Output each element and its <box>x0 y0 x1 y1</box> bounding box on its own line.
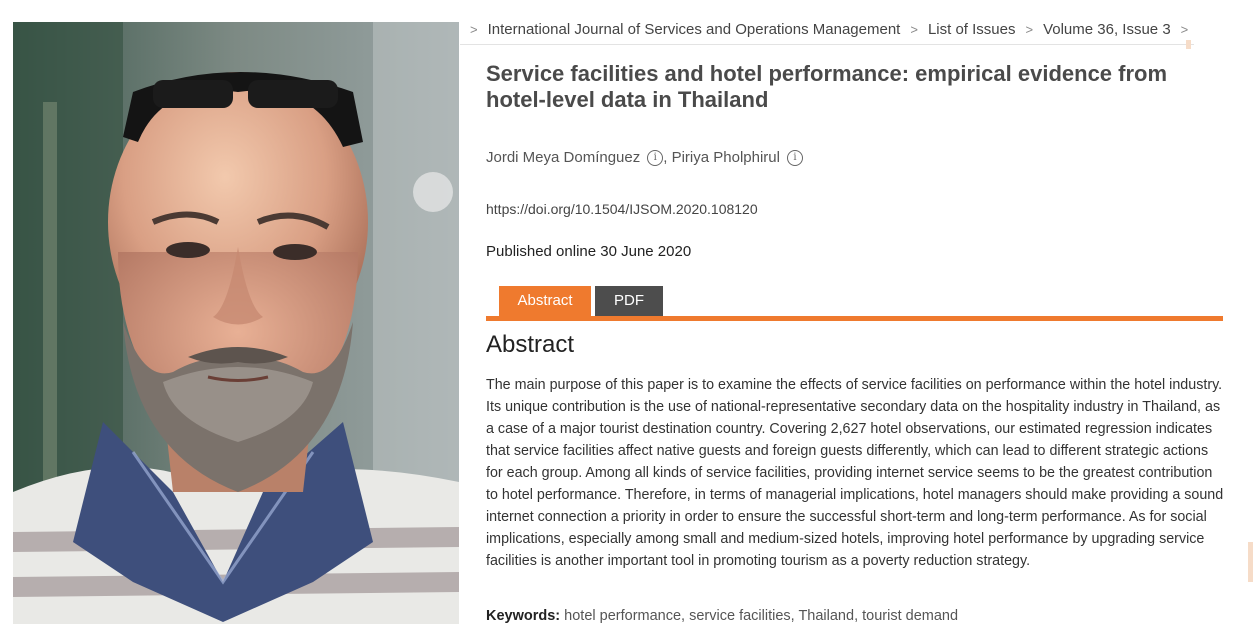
tab-pdf[interactable]: PDF <box>595 286 663 316</box>
chevron-right-icon: > <box>910 21 918 37</box>
keywords: Keywords: hotel performance, service fac… <box>486 608 958 624</box>
scrollbar-thumb[interactable] <box>1248 542 1253 582</box>
author-name[interactable]: Piriya Pholphirul <box>672 149 780 166</box>
breadcrumb-journal-link[interactable]: International Journal of Services and Op… <box>488 21 901 38</box>
doi-link[interactable]: https://doi.org/10.1504/IJSOM.2020.10812… <box>486 201 758 217</box>
abstract-heading: Abstract <box>486 331 575 358</box>
chevron-right-icon: > <box>1180 21 1189 37</box>
breadcrumb-issues-link[interactable]: List of Issues <box>928 21 1016 38</box>
page: > International Journal of Services and … <box>0 0 1254 636</box>
keyword-link[interactable]: Thailand <box>798 608 854 624</box>
article-title: Service facilities and hotel performance… <box>486 61 1168 112</box>
author-list: Jordi Meya Domínguez i , Piriya Pholphir… <box>486 149 803 166</box>
abstract-body: The main purpose of this paper is to exa… <box>486 377 1224 569</box>
chevron-right-icon: > <box>1025 21 1034 37</box>
keyword-link[interactable]: service facilities <box>689 608 791 624</box>
author-separator: , <box>663 149 672 166</box>
breadcrumb-volume-link[interactable]: Volume 36, Issue 3 <box>1043 21 1171 38</box>
article-tabs: Abstract PDF <box>486 286 1223 321</box>
info-circle-icon[interactable]: i <box>786 149 803 166</box>
keyword-separator: , <box>681 608 690 624</box>
keywords-label: Keywords: <box>486 608 565 624</box>
author-photo <box>13 22 459 624</box>
scroll-marker <box>1186 40 1191 49</box>
published-date: Published online 30 June 2020 <box>486 243 692 260</box>
author-name[interactable]: Jordi Meya Domínguez <box>486 149 640 166</box>
tab-underline <box>486 316 1223 321</box>
tab-abstract[interactable]: Abstract <box>499 286 591 316</box>
keyword-link[interactable]: hotel performance <box>564 608 681 624</box>
chevron-right-icon: > <box>470 21 478 37</box>
breadcrumb: > International Journal of Services and … <box>460 14 1194 45</box>
info-circle-icon[interactable]: i <box>647 149 664 166</box>
keyword-link[interactable]: tourist demand <box>862 608 958 624</box>
keyword-separator: , <box>854 608 863 624</box>
